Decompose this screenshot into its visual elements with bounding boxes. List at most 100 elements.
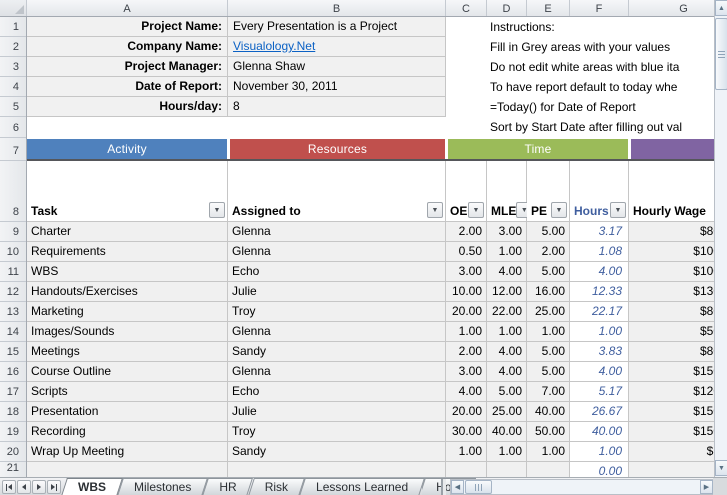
hours-cell[interactable]: 12.33 [570,282,629,302]
filter-dropdown-icon[interactable]: ▼ [551,202,567,218]
mle-cell[interactable]: 4.00 [487,262,527,282]
hourly-wage-cell[interactable]: $100 [629,242,714,262]
task-cell[interactable]: WBS [27,262,228,282]
row-header[interactable]: 21 [0,462,26,477]
pe-cell[interactable]: 1.00 [527,322,570,342]
oe-cell[interactable]: 2.00 [446,342,487,362]
date-of-report-value[interactable]: November 30, 2011 [228,77,446,97]
assigned-to-cell[interactable]: Glenna [228,362,446,382]
pe-cell[interactable]: 16.00 [527,282,570,302]
row-header[interactable]: 16 [0,362,26,382]
first-sheet-button[interactable] [2,480,16,494]
mle-header-cell[interactable]: MLE ▼ [487,161,527,222]
row-header[interactable]: 19 [0,422,26,442]
row-header[interactable]: 20 [0,442,26,462]
hourly-wage-cell[interactable]: $80 [629,302,714,322]
column-header-d[interactable]: D [487,0,527,17]
hours-cell[interactable]: 3.17 [570,222,629,242]
scroll-right-button[interactable]: ▶ [700,480,713,494]
pe-cell[interactable]: 5.00 [527,222,570,242]
assigned-to-cell[interactable]: Glenna [228,322,446,342]
hours-cell[interactable]: 26.67 [570,402,629,422]
scroll-up-button[interactable]: ▲ [715,0,727,16]
oe-cell[interactable]: 3.00 [446,262,487,282]
mle-cell[interactable]: 12.00 [487,282,527,302]
sheet-tab[interactable]: WBS [64,478,120,495]
pe-cell[interactable]: 40.00 [527,402,570,422]
sheet-tab[interactable]: Risk [251,478,302,495]
pe-cell[interactable]: 1.00 [527,442,570,462]
cost-banner[interactable] [631,139,714,159]
oe-cell[interactable]: 4.00 [446,382,487,402]
hours-cell[interactable]: 22.17 [570,302,629,322]
row-header[interactable]: 9 [0,222,26,242]
assigned-to-header-cell[interactable]: Assigned to ▼ [228,161,446,222]
row-header[interactable]: 11 [0,262,26,282]
hours-header-cell[interactable]: Hours ▼ [570,161,629,222]
company-name-label[interactable]: Company Name: [27,37,228,57]
hourly-wage-cell[interactable]: $50 [629,322,714,342]
oe-header-cell[interactable]: OE ▼ [446,161,487,222]
horizontal-scrollbar-thumb[interactable] [465,480,492,494]
hours-cell[interactable]: 1.00 [570,442,629,462]
filter-dropdown-icon[interactable]: ▼ [427,202,443,218]
hourly-wage-cell[interactable]: $120 [629,382,714,402]
hourly-wage-cell[interactable]: $80 [629,222,714,242]
task-cell[interactable]: Scripts [27,382,228,402]
hourly-wage-cell[interactable]: $150 [629,422,714,442]
pe-cell[interactable]: 7.00 [527,382,570,402]
hours-cell[interactable]: 4.00 [570,262,629,282]
previous-sheet-button[interactable] [17,480,31,494]
filter-dropdown-icon[interactable]: ▼ [209,202,225,218]
task-header-cell[interactable]: Task ▼ [27,161,228,222]
hours-cell[interactable]: 40.00 [570,422,629,442]
time-banner[interactable]: Time [448,139,628,159]
hourly-wage-cell[interactable]: $130 [629,282,714,302]
filter-dropdown-icon[interactable]: ▼ [468,202,484,218]
pe-header-cell[interactable]: PE ▼ [527,161,570,222]
assigned-to-cell[interactable]: Glenna [228,222,446,242]
task-cell[interactable] [27,462,228,477]
instruction-line[interactable]: Fill in Grey areas with your values [490,37,714,57]
project-manager-value[interactable]: Glenna Shaw [228,57,446,77]
pe-cell[interactable] [527,462,570,477]
column-header-e[interactable]: E [527,0,570,17]
hourly-wage-cell[interactable]: $8 [629,442,714,462]
next-sheet-button[interactable] [32,480,46,494]
column-header-a[interactable]: A [27,0,228,17]
mle-cell[interactable]: 3.00 [487,222,527,242]
hours-cell[interactable]: 5.17 [570,382,629,402]
row-header[interactable]: 7 [0,138,26,161]
filter-dropdown-icon[interactable]: ▼ [610,202,626,218]
hourly-wage-cell[interactable]: $150 [629,362,714,382]
row-header[interactable]: 10 [0,242,26,262]
sheet-tab[interactable]: Milestones [120,478,205,495]
oe-cell[interactable]: 10.00 [446,282,487,302]
task-cell[interactable]: Wrap Up Meeting [27,442,228,462]
task-cell[interactable]: Meetings [27,342,228,362]
hours-cell[interactable]: 1.00 [570,322,629,342]
row-header[interactable]: 14 [0,322,26,342]
resources-banner[interactable]: Resources [230,139,445,159]
sheet-tab[interactable]: Lessons Learned [302,478,422,495]
row-header[interactable]: 4 [0,77,26,97]
task-cell[interactable]: Presentation [27,402,228,422]
assigned-to-cell[interactable] [228,462,446,477]
hourly-wage-cell[interactable]: $150 [629,402,714,422]
mle-cell[interactable]: 22.00 [487,302,527,322]
hours-cell[interactable]: 3.83 [570,342,629,362]
vertical-scrollbar-thumb[interactable] [715,18,727,90]
instruction-line[interactable]: Instructions: [490,17,714,37]
mle-cell[interactable]: 1.00 [487,242,527,262]
oe-cell[interactable] [446,462,487,477]
hours-per-day-label[interactable]: Hours/day: [27,97,228,117]
row-header[interactable]: 1 [0,17,26,37]
assigned-to-cell[interactable]: Julie [228,282,446,302]
mle-cell[interactable]: 1.00 [487,322,527,342]
mle-cell[interactable]: 5.00 [487,382,527,402]
sheet-tab[interactable]: HR [205,478,250,495]
hours-total-cell[interactable]: 0.00 [570,462,629,477]
column-header-g[interactable]: G [629,0,714,17]
hourly-wage-cell[interactable] [629,462,714,477]
horizontal-scrollbar[interactable]: ◀ ▶ [450,479,713,495]
